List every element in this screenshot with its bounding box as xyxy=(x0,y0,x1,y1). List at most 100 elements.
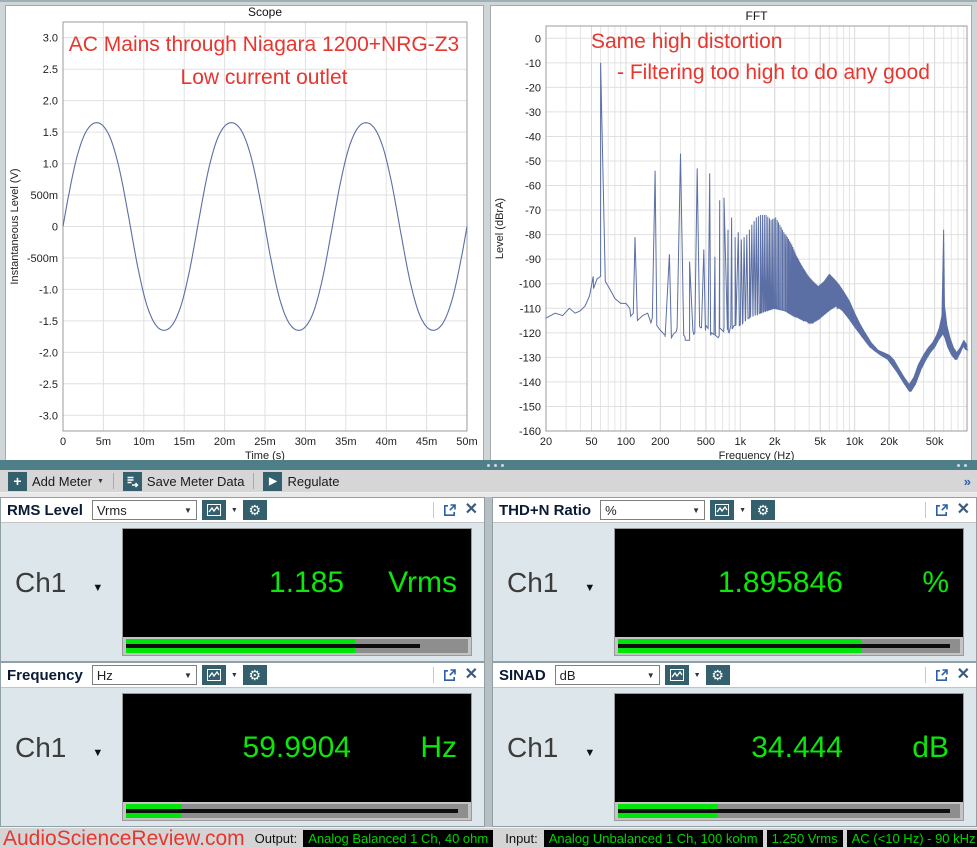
unit-dropdown[interactable]: % ▼ xyxy=(600,500,706,520)
level-bar xyxy=(123,637,471,655)
input-level-badge[interactable]: 1.250 Vrms xyxy=(766,829,843,847)
svg-text:-20: -20 xyxy=(525,82,541,94)
channel-dropdown[interactable]: Ch1 ▼ xyxy=(15,567,103,599)
auto-hide-icon[interactable]: » xyxy=(964,474,973,489)
svg-text:-1.0: -1.0 xyxy=(39,284,58,296)
svg-text:-50: -50 xyxy=(525,156,541,168)
svg-text:2k: 2k xyxy=(769,436,781,448)
chevron-down-icon: ▼ xyxy=(584,582,596,594)
meter-unit: % xyxy=(922,566,949,599)
channel-dropdown[interactable]: Ch1 ▼ xyxy=(507,732,595,764)
save-export-icon xyxy=(122,471,142,491)
close-icon[interactable]: ✕ xyxy=(957,502,970,518)
toolbar-separator xyxy=(253,473,255,489)
settings-gear-button[interactable]: ⚙ xyxy=(242,665,267,685)
chevron-down-icon: ▼ xyxy=(96,477,104,485)
channel-dropdown[interactable]: Ch1 ▼ xyxy=(15,732,103,764)
svg-text:5k: 5k xyxy=(814,436,826,448)
popout-icon[interactable] xyxy=(934,503,949,518)
chart-view-button[interactable] xyxy=(710,500,735,520)
chart-view-button[interactable] xyxy=(664,665,689,685)
thdn-ratio-header: THD+N Ratio % ▼ ▼ ⚙ ✕ xyxy=(493,498,976,523)
svg-text:-90: -90 xyxy=(525,254,541,266)
svg-text:Level (dBrA): Level (dBrA) xyxy=(494,198,506,259)
svg-text:-60: -60 xyxy=(525,181,541,193)
popout-icon[interactable] xyxy=(934,668,949,683)
unit-dropdown[interactable]: Hz ▼ xyxy=(91,665,197,685)
channel-dropdown[interactable]: Ch1 ▼ xyxy=(507,567,595,599)
splitter-grip-right-icon xyxy=(957,464,967,467)
svg-text:30m: 30m xyxy=(295,436,316,448)
meter-unit: dB xyxy=(912,731,949,764)
header-separator xyxy=(432,667,434,683)
sinad-header: SINAD dB ▼ ▼ ⚙ ✕ xyxy=(493,663,976,688)
status-bar: AudioScienceReview.com Output: Analog Ba… xyxy=(0,827,977,848)
unit-dropdown[interactable]: Vrms ▼ xyxy=(91,500,197,520)
svg-text:-500m: -500m xyxy=(27,253,58,265)
frequency-body: Ch1 ▼ 59.9904 Hz xyxy=(1,688,484,826)
svg-text:35m: 35m xyxy=(335,436,356,448)
chevron-down-icon[interactable]: ▼ xyxy=(231,507,238,514)
settings-gear-button[interactable]: ⚙ xyxy=(705,665,730,685)
regulate-button[interactable]: ▶ Regulate xyxy=(259,471,343,492)
settings-gear-button[interactable]: ⚙ xyxy=(242,500,267,520)
popout-icon[interactable] xyxy=(442,668,457,683)
header-separator xyxy=(924,502,926,518)
sinad-body: Ch1 ▼ 34.444 dB xyxy=(493,688,976,826)
regulate-label: Regulate xyxy=(287,473,340,489)
level-bar xyxy=(615,637,963,655)
chevron-down-icon[interactable]: ▼ xyxy=(694,672,701,679)
svg-text:-30: -30 xyxy=(525,107,541,119)
output-badge[interactable]: Analog Balanced 1 Ch, 40 ohm xyxy=(303,829,494,847)
svg-text:15m: 15m xyxy=(173,436,194,448)
svg-text:- Filtering too high to do any: - Filtering too high to do any good xyxy=(617,61,930,84)
svg-text:1.5: 1.5 xyxy=(43,127,58,139)
svg-text:2.0: 2.0 xyxy=(43,96,58,108)
add-meter-button[interactable]: + Add Meter ▼ xyxy=(4,471,108,492)
channel-label: Ch1 xyxy=(15,732,67,763)
rms-level-panel: RMS Level Vrms ▼ ▼ ⚙ ✕ Ch1 ▼ 1.185 Vrms xyxy=(0,497,485,662)
level-bar xyxy=(615,802,963,820)
splitter-grip-icon xyxy=(487,464,504,467)
scope-chart: 3.0 2.5 2.0 1.5 1.0 500m 0 -500m -1.0 -1.5 -2.0 -2.… xyxy=(9,6,478,460)
panel-title: THD+N Ratio xyxy=(499,501,592,519)
svg-text:-140: -140 xyxy=(519,377,541,389)
close-icon[interactable]: ✕ xyxy=(465,502,478,518)
chart-view-button[interactable] xyxy=(201,500,226,520)
meter-display: 59.9904 Hz xyxy=(122,693,472,821)
svg-text:Same high distortion: Same high distortion xyxy=(591,30,782,53)
svg-text:-130: -130 xyxy=(519,352,541,364)
svg-text:-40: -40 xyxy=(525,131,541,143)
svg-text:100: 100 xyxy=(617,436,635,448)
svg-text:Time (s): Time (s) xyxy=(245,450,285,460)
close-icon[interactable]: ✕ xyxy=(465,667,478,683)
horizontal-splitter[interactable] xyxy=(0,460,977,470)
chevron-down-icon[interactable]: ▼ xyxy=(739,507,746,514)
svg-text:1k: 1k xyxy=(734,436,746,448)
meter-display: 1.185 Vrms xyxy=(122,528,472,656)
input-badge[interactable]: Analog Unbalanced 1 Ch, 100 kohm xyxy=(543,829,763,847)
output-label: Output: xyxy=(254,830,298,846)
meter-display: 1.895846 % xyxy=(614,528,964,656)
chart-view-button[interactable] xyxy=(201,665,226,685)
svg-text:-70: -70 xyxy=(525,205,541,217)
meter-value: 1.185 xyxy=(269,566,345,599)
save-meter-data-button[interactable]: Save Meter Data xyxy=(119,471,249,492)
popout-icon[interactable] xyxy=(442,503,457,518)
unit-dropdown[interactable]: dB ▼ xyxy=(554,665,660,685)
close-icon[interactable]: ✕ xyxy=(957,667,970,683)
meter-value: 59.9904 xyxy=(242,731,351,764)
svg-text:Low current outlet: Low current outlet xyxy=(181,66,348,89)
input-bandwidth-badge[interactable]: AC (<10 Hz) - 90 kHz xyxy=(846,829,977,847)
svg-text:-2.5: -2.5 xyxy=(39,379,58,391)
svg-text:-3.0: -3.0 xyxy=(39,410,58,422)
svg-text:0: 0 xyxy=(535,33,541,45)
svg-text:50k: 50k xyxy=(926,436,944,448)
meter-display: 34.444 dB xyxy=(614,693,964,821)
svg-text:10m: 10m xyxy=(133,436,154,448)
channel-label: Ch1 xyxy=(15,567,67,598)
level-bar xyxy=(123,802,471,820)
svg-text:200: 200 xyxy=(651,436,669,448)
chevron-down-icon[interactable]: ▼ xyxy=(231,672,238,679)
settings-gear-button[interactable]: ⚙ xyxy=(751,500,776,520)
